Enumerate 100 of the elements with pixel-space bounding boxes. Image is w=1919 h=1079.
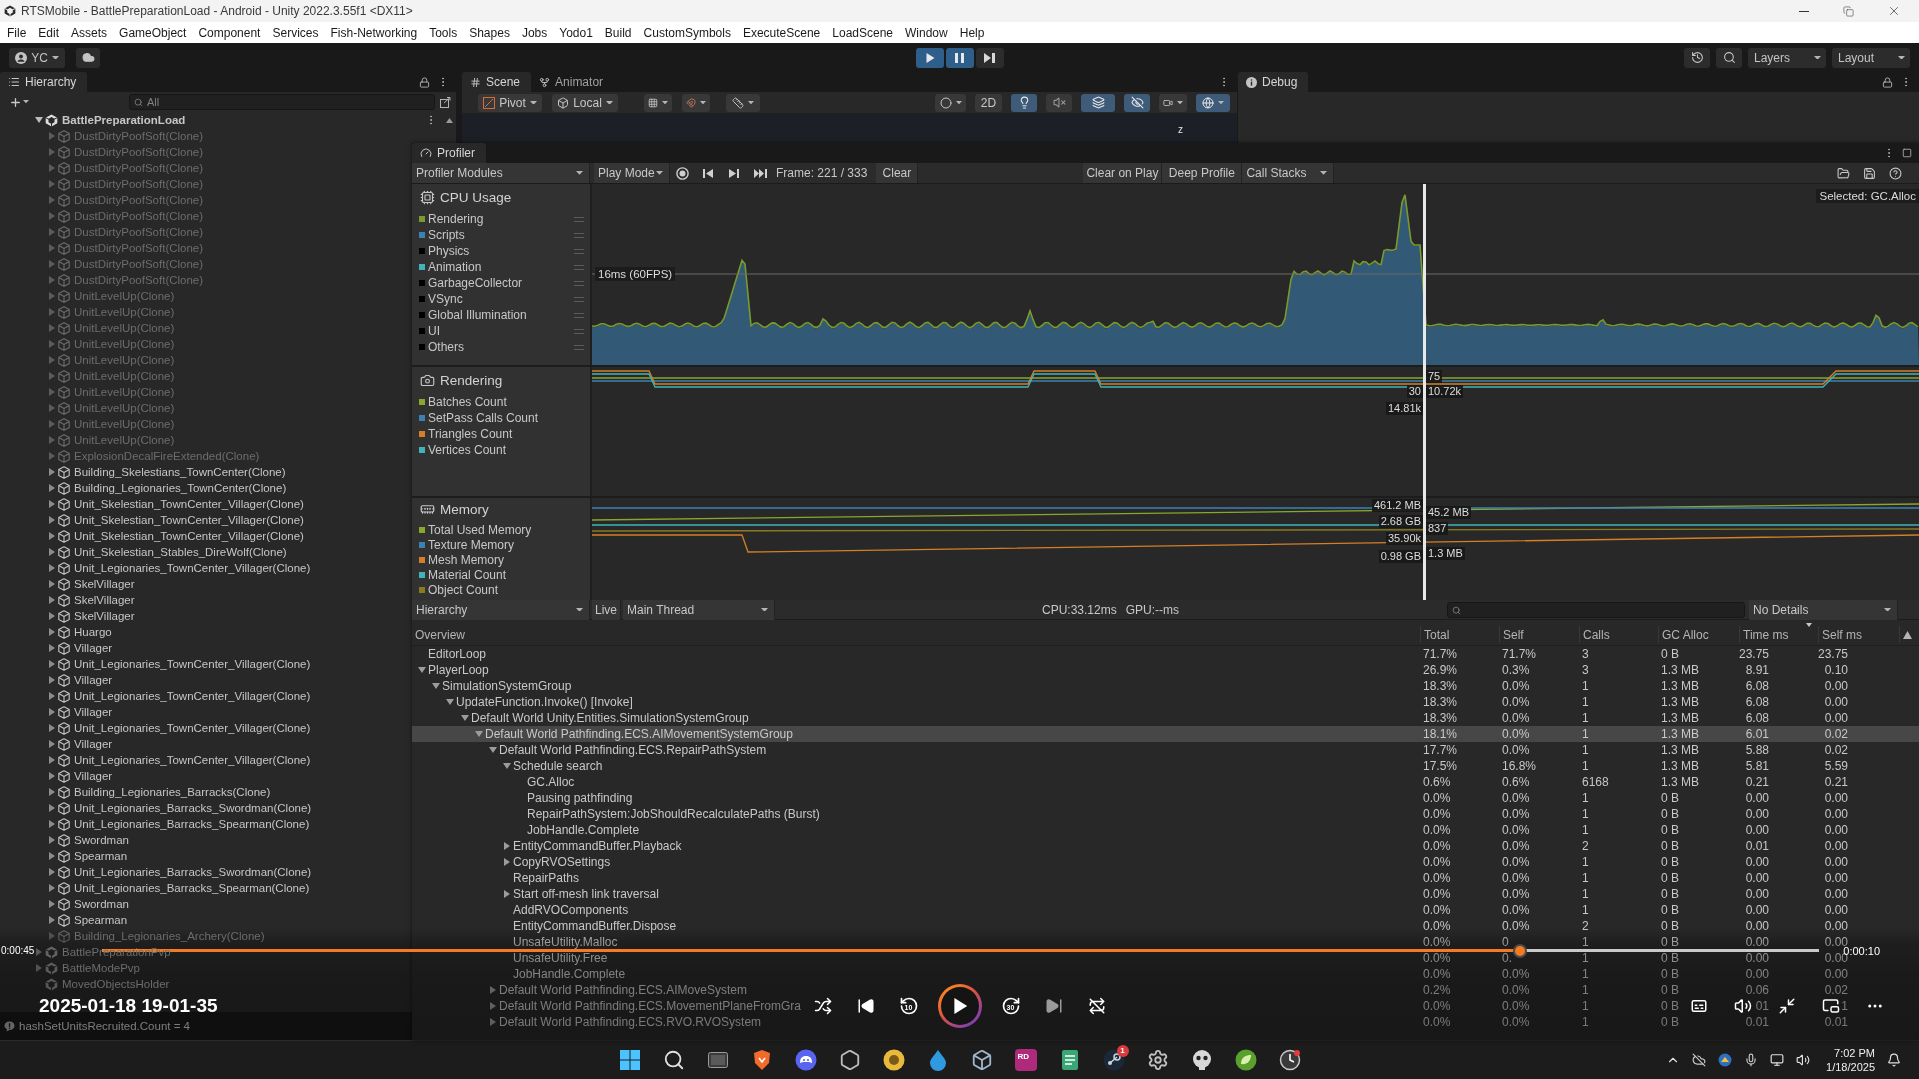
table-cell: 0.0% (1502, 791, 1530, 805)
table-cell: 18.1% (1423, 727, 1458, 741)
table-cell: 0.00 (1824, 823, 1848, 837)
table-cell: 0 B (1661, 887, 1679, 901)
table-cell: 5.81 (1745, 759, 1769, 773)
table-cell: 0.00 (1745, 855, 1769, 869)
table-cell: 1 (1582, 871, 1589, 885)
axis-label: z (1178, 124, 1183, 135)
table-cell: 0.6% (1502, 775, 1530, 789)
table-cell: 0. (1502, 951, 1512, 965)
table-cell: 0.00 (1745, 919, 1769, 933)
sample-name: CopyRVOSettings (513, 855, 611, 869)
table-cell: 0.0% (1502, 743, 1530, 757)
table-cell: 6168 (1582, 775, 1609, 789)
table-cell: 0.01 (1824, 1015, 1848, 1029)
video-title: 2025-01-18 19-01-35 (39, 995, 218, 1017)
table-cell: 0.00 (1824, 887, 1848, 901)
table-cell: 0.0% (1502, 887, 1530, 901)
readout-label: 2.68 GB (1378, 515, 1423, 528)
table-cell: 17.5% (1423, 759, 1458, 773)
table-cell: 2 (1582, 919, 1589, 933)
table-cell: 0 B (1661, 903, 1679, 917)
table-cell: 0.0% (1423, 951, 1451, 965)
table-cell: 0.00 (1824, 855, 1848, 869)
elapsed-time: 0:00:45 (1, 945, 35, 957)
sample-name: UnsafeUtility.Free (513, 951, 608, 965)
table-cell: 18.3% (1423, 679, 1458, 693)
sample-name: GC.Alloc (527, 775, 575, 789)
table-cell: 0.00 (1745, 935, 1769, 949)
sample-name: Default World Pathfinding.ECS.AIMoveSystem (499, 983, 747, 997)
table-cell: 23.75 (1738, 647, 1769, 661)
table-cell: 0.02 (1824, 983, 1848, 997)
table-cell: 0.0% (1502, 807, 1530, 821)
table-cell: 0.0% (1502, 999, 1530, 1013)
table-cell: 0.00 (1745, 823, 1769, 837)
table-cell: 1 (1582, 983, 1589, 997)
sample-name: Default World Unity.Entities.SimulationSystemGroup (471, 711, 749, 725)
table-cell: 1 (1582, 935, 1589, 949)
table-cell: 0 B (1661, 919, 1679, 933)
table-cell: 0 B (1661, 647, 1679, 661)
table-cell: 1 (1582, 1015, 1589, 1029)
table-cell: 0.0% (1502, 727, 1530, 741)
readout-label: 1.3 MB (1426, 547, 1465, 560)
table-cell: 0.00 (1745, 903, 1769, 917)
sample-name: SimulationSystemGroup (442, 679, 572, 693)
table-cell: 0 B (1661, 983, 1679, 997)
table-cell: 0.02 (1824, 743, 1848, 757)
table-cell: 0.00 (1824, 919, 1848, 933)
table-cell: 0.00 (1824, 807, 1848, 821)
readout-label: 461.2 MB (1371, 499, 1423, 512)
sample-name: PlayerLoop (428, 663, 489, 677)
table-cell: 0.3% (1502, 663, 1530, 677)
table-cell: 0 B (1661, 967, 1679, 981)
table-cell: 0.00 (1745, 967, 1769, 981)
table-cell: 16.8% (1502, 759, 1537, 773)
table-cell: 0.0% (1423, 887, 1451, 901)
table-cell: 0.00 (1824, 791, 1848, 805)
table-cell: 0.0% (1423, 919, 1451, 933)
readout-label: 10.72k (1426, 385, 1464, 398)
selected-sample-label: Selected: GC.Alloc (1816, 189, 1919, 203)
table-cell: 1.3 MB (1661, 727, 1699, 741)
table-cell: 0.0% (1423, 999, 1451, 1013)
table-cell: 0.0% (1423, 807, 1451, 821)
table-cell: 1.3 MB (1661, 695, 1699, 709)
table-cell: 1 (1841, 999, 1848, 1013)
table-cell: 0.0% (1423, 967, 1451, 981)
table-cell: 1.3 MB (1661, 743, 1699, 757)
table-cell: 3 (1582, 647, 1589, 661)
readout-label: 30 (1406, 385, 1423, 398)
table-cell: 0.0% (1502, 983, 1530, 997)
frame-counter: Frame: 221 / 333 (776, 166, 868, 180)
table-cell: 0.00 (1824, 903, 1848, 917)
sample-name: EditorLoop (428, 647, 487, 661)
table-cell: 1 (1582, 903, 1589, 917)
table-cell: 0.0% (1423, 871, 1451, 885)
readout-label: 14.81k (1385, 402, 1423, 415)
sample-name: Default World Pathfinding.ECS.RVO.RVOSystem (499, 1015, 762, 1029)
sample-name: Default World Pathfinding.ECS.MovementPlaneFromGra (499, 999, 801, 1013)
table-cell: 71.7% (1423, 647, 1458, 661)
table-cell: 0.0% (1502, 711, 1530, 725)
table-cell: 0 (1502, 935, 1509, 949)
table-cell: 18.3% (1423, 711, 1458, 725)
table-cell: 0.6% (1423, 775, 1451, 789)
table-cell: 0.10 (1824, 663, 1848, 677)
sample-name: AddRVOComponents (513, 903, 629, 917)
table-cell: 1 (1582, 711, 1589, 725)
table-cell: 0 B (1661, 999, 1679, 1013)
table-cell: 0 B (1661, 1015, 1679, 1029)
table-cell: 18.3% (1423, 695, 1458, 709)
table-cell: 0.0% (1502, 903, 1530, 917)
readout-label: 837 (1426, 522, 1449, 535)
table-cell: 01 (1755, 999, 1769, 1013)
table-cell: 1 (1582, 967, 1589, 981)
table-cell: 0.00 (1745, 951, 1769, 965)
table-cell: 0.0% (1502, 695, 1530, 709)
sample-name: UpdateFunction.Invoke() [Invoke] (456, 695, 633, 709)
table-cell: 0.21 (1824, 775, 1848, 789)
table-cell: 2 (1582, 839, 1589, 853)
table-cell: 6.08 (1745, 711, 1769, 725)
table-cell: 0.0% (1502, 823, 1530, 837)
